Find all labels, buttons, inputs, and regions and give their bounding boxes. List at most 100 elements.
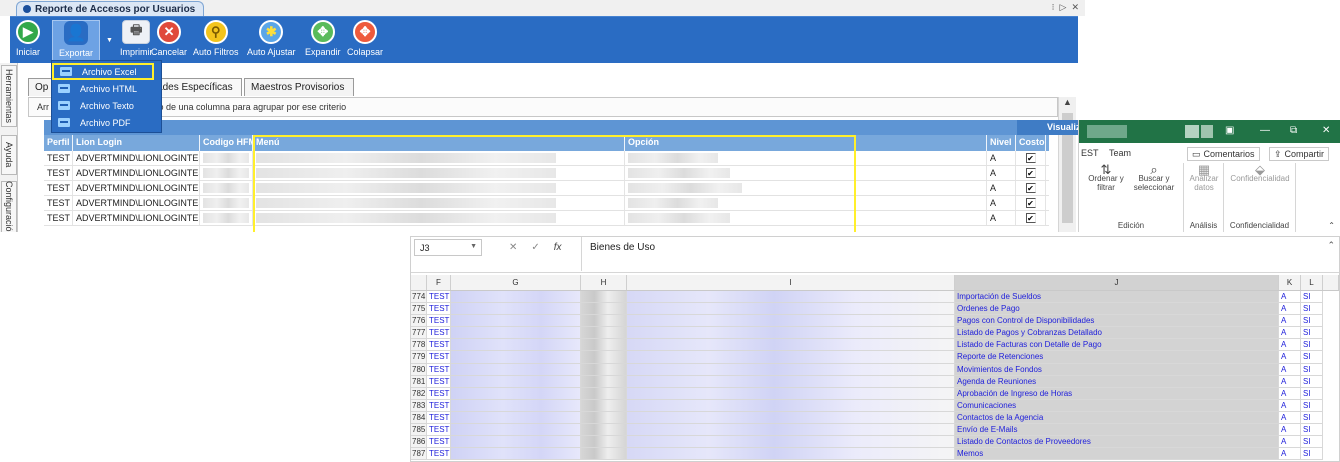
cell-f[interactable]: TEST bbox=[427, 303, 451, 316]
col-header-f[interactable]: F bbox=[427, 275, 451, 290]
expandir-button[interactable]: ✥ Expandir bbox=[305, 20, 341, 62]
cell-j[interactable]: Listado de Contactos de Proveedores bbox=[955, 436, 1279, 449]
sheet-row[interactable]: 784 TEST Contactos de la Agencia A SI bbox=[411, 411, 1339, 425]
cell-k[interactable]: A bbox=[1279, 436, 1301, 449]
cell-j[interactable]: Envío de E-Mails bbox=[955, 424, 1279, 437]
sheet-row[interactable]: 781 TEST Agenda de Reuniones A SI bbox=[411, 375, 1339, 388]
cancel-entry-icon[interactable]: ✕ bbox=[509, 242, 517, 253]
auto-filtros-button[interactable]: ⚲ Auto Filtros bbox=[193, 20, 239, 62]
cell-i[interactable] bbox=[627, 303, 955, 316]
costo-checkbox[interactable]: ✔ bbox=[1025, 213, 1036, 223]
col-header-l[interactable]: L bbox=[1301, 275, 1323, 290]
sort-filter-button[interactable]: ⇅ Ordenar y filtrar bbox=[1087, 163, 1125, 192]
content-scrollbar[interactable]: ▲ bbox=[1058, 97, 1076, 232]
cell-j[interactable]: Pagos con Control de Disponibilidades bbox=[955, 315, 1279, 328]
cell-l[interactable]: SI bbox=[1301, 291, 1323, 304]
sheet-row[interactable]: 780 TEST Movimientos de Fondos A SI bbox=[411, 363, 1339, 376]
cell-g[interactable] bbox=[451, 387, 581, 400]
col-codigo-hfm[interactable]: Codigo HFM bbox=[200, 135, 253, 151]
row-number[interactable]: 781 bbox=[411, 375, 427, 388]
costo-checkbox[interactable]: ✔ bbox=[1025, 153, 1036, 163]
cell-l[interactable]: SI bbox=[1301, 448, 1323, 461]
comentarios-button[interactable]: ▭ Comentarios bbox=[1187, 147, 1260, 161]
cell-j[interactable]: Ordenes de Pago bbox=[955, 303, 1279, 316]
cell-i[interactable] bbox=[627, 411, 955, 425]
sheet-row[interactable]: 782 TEST Aprobación de Ingreso de Horas A SI bbox=[411, 387, 1339, 400]
cell-i[interactable] bbox=[627, 375, 955, 388]
cell-h[interactable] bbox=[581, 387, 627, 400]
side-tab-configuracion[interactable]: Configuración bbox=[1, 181, 17, 232]
row-number[interactable]: 775 bbox=[411, 303, 427, 316]
cell-g[interactable] bbox=[451, 375, 581, 388]
ribbon-tab-team[interactable]: Team bbox=[1109, 148, 1131, 158]
cell-g[interactable] bbox=[451, 399, 581, 412]
cell-i[interactable] bbox=[627, 448, 955, 461]
col-nivel[interactable]: Nivel bbox=[987, 135, 1016, 151]
cell-i[interactable] bbox=[627, 291, 955, 304]
cell-g[interactable] bbox=[451, 303, 581, 316]
cell-i[interactable] bbox=[627, 327, 955, 340]
cell-j[interactable]: Memos bbox=[955, 448, 1279, 461]
cell-g[interactable] bbox=[451, 424, 581, 437]
exportar-dropdown-arrow-icon[interactable]: ▼ bbox=[106, 37, 113, 44]
cell-h[interactable] bbox=[581, 448, 627, 461]
cell-l[interactable]: SI bbox=[1301, 375, 1323, 388]
cell-l[interactable]: SI bbox=[1301, 436, 1323, 449]
minimize-icon[interactable]: — bbox=[1260, 125, 1270, 136]
cell-k[interactable]: A bbox=[1279, 315, 1301, 328]
cell-l[interactable]: SI bbox=[1301, 424, 1323, 437]
cell-k[interactable]: A bbox=[1279, 327, 1301, 340]
cell-f[interactable]: TEST bbox=[427, 387, 451, 400]
cell-k[interactable]: A bbox=[1279, 363, 1301, 376]
col-lion-login[interactable]: Lion Login bbox=[73, 135, 200, 151]
cell-k[interactable]: A bbox=[1279, 339, 1301, 352]
side-tab-ayuda[interactable]: Ayuda bbox=[1, 135, 17, 175]
confidentiality-button[interactable]: ⬙ Confidencialidad bbox=[1226, 163, 1294, 183]
cell-h[interactable] bbox=[581, 375, 627, 388]
sheet-row[interactable]: 776 TEST Pagos con Control de Disponibilid… bbox=[411, 315, 1339, 328]
cell-l[interactable]: SI bbox=[1301, 351, 1323, 364]
cell-j[interactable]: Reporte de Retenciones bbox=[955, 351, 1279, 364]
costo-checkbox[interactable]: ✔ bbox=[1025, 168, 1036, 178]
col-header-k[interactable]: K bbox=[1279, 275, 1301, 290]
cell-i[interactable] bbox=[627, 436, 955, 449]
cell-f[interactable]: TEST bbox=[427, 448, 451, 461]
cell-g[interactable] bbox=[451, 291, 581, 304]
col-header-i[interactable]: I bbox=[627, 275, 955, 290]
cell-h[interactable] bbox=[581, 339, 627, 352]
cell-j[interactable]: Comunicaciones bbox=[955, 399, 1279, 412]
cell-i[interactable] bbox=[627, 424, 955, 437]
cell-h[interactable] bbox=[581, 399, 627, 412]
sheet-row[interactable]: 775 TEST Ordenes de Pago A SI bbox=[411, 303, 1339, 316]
cell-f[interactable]: TEST bbox=[427, 363, 451, 376]
cell-k[interactable]: A bbox=[1279, 411, 1301, 425]
cell-k[interactable]: A bbox=[1279, 351, 1301, 364]
scroll-up-icon[interactable]: ▲ bbox=[1059, 97, 1076, 111]
cell-k[interactable]: A bbox=[1279, 424, 1301, 437]
tab-maestros-provisorios[interactable]: Maestros Provisorios bbox=[244, 78, 354, 96]
cell-f[interactable]: TEST bbox=[427, 327, 451, 340]
cell-h[interactable] bbox=[581, 303, 627, 316]
export-pdf-item[interactable]: Archivo PDF bbox=[52, 114, 161, 131]
cell-j[interactable]: Listado de Facturas con Detalle de Pago bbox=[955, 339, 1279, 352]
row-number[interactable]: 779 bbox=[411, 351, 427, 364]
sheet-row[interactable]: 786 TEST Listado de Contactos de Proveedor… bbox=[411, 436, 1339, 449]
cell-j[interactable]: Agenda de Reuniones bbox=[955, 375, 1279, 388]
find-select-button[interactable]: ⌕ Buscar y seleccionar bbox=[1129, 163, 1179, 192]
cell-i[interactable] bbox=[627, 315, 955, 328]
col-perfil[interactable]: Perfil bbox=[44, 135, 73, 151]
cell-l[interactable]: SI bbox=[1301, 315, 1323, 328]
col-menu[interactable]: Menú bbox=[253, 135, 625, 151]
cell-j[interactable]: Listado de Pagos y Cobranzas Detallado bbox=[955, 327, 1279, 340]
row-number[interactable]: 787 bbox=[411, 448, 427, 461]
cell-l[interactable]: SI bbox=[1301, 303, 1323, 316]
cell-l[interactable]: SI bbox=[1301, 327, 1323, 340]
export-html-item[interactable]: Archivo HTML bbox=[52, 80, 161, 97]
row-number[interactable]: 776 bbox=[411, 315, 427, 328]
close-tab-icon[interactable]: ✕ bbox=[1071, 2, 1079, 13]
cell-j[interactable]: Contactos de la Agencia bbox=[955, 411, 1279, 425]
cell-i[interactable] bbox=[627, 351, 955, 364]
cancelar-button[interactable]: ✕ Cancelar bbox=[151, 20, 187, 62]
cell-f[interactable]: TEST bbox=[427, 315, 451, 328]
sheet-row[interactable]: 787 TEST Memos A SI bbox=[411, 448, 1339, 461]
